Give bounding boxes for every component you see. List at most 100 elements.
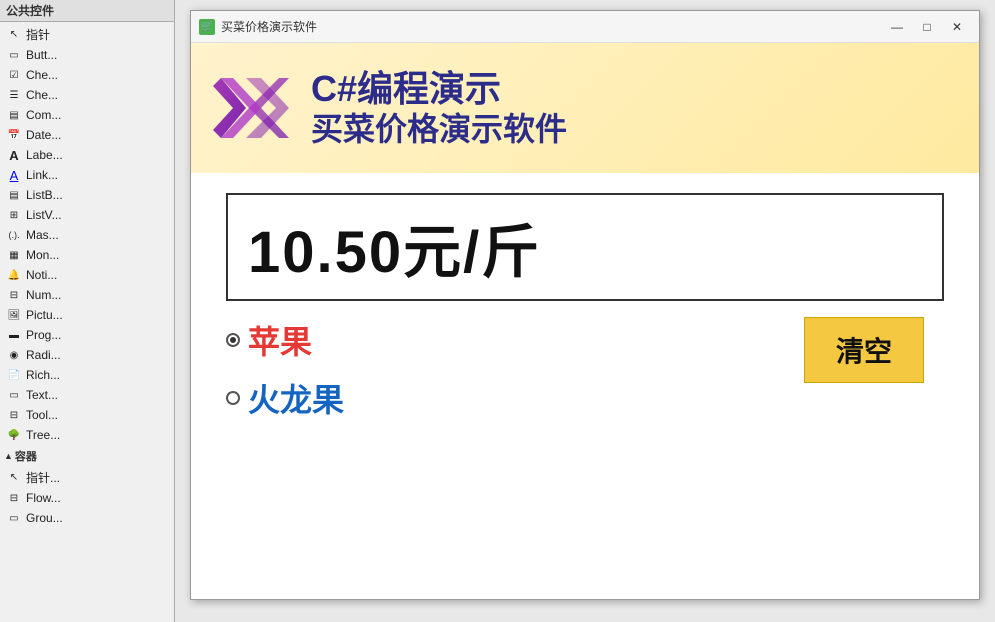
- sidebar: 公共控件 ↖ 指针 ▭ Butt... ☑ Che... ☰ Che... ▤ …: [0, 0, 175, 622]
- sidebar-item-11[interactable]: 🔔 Noti...: [0, 265, 174, 285]
- app-window: 🛒 买菜价格演示软件 — □ ✕: [190, 10, 980, 600]
- content-area: 10.50元/斤 苹果 火龙果 清空: [191, 173, 979, 599]
- sidebar-label-2: Che...: [26, 88, 58, 102]
- sidebar-item-15[interactable]: ◉ Radi...: [0, 345, 174, 365]
- sidebar-item-3[interactable]: ▤ Com...: [0, 105, 174, 125]
- price-display: 10.50元/斤: [248, 205, 541, 289]
- checklist-icon: ☰: [6, 87, 22, 103]
- sidebar-label-0: Butt...: [26, 48, 57, 62]
- listview-icon: ⊞: [6, 207, 22, 223]
- treeview-icon: 🌳: [6, 427, 22, 443]
- sidebar-label-12: Num...: [26, 288, 61, 302]
- sidebar-pointer-label: 指针: [26, 26, 50, 43]
- rich-icon: 📄: [6, 367, 22, 383]
- combo-icon: ▤: [6, 107, 22, 123]
- label-icon: A: [6, 147, 22, 163]
- window-title-left: 🛒 买菜价格演示软件: [199, 18, 317, 35]
- sidebar-item-group[interactable]: ▭ Grou...: [0, 508, 174, 528]
- clear-button[interactable]: 清空: [804, 317, 924, 383]
- notify-icon: 🔔: [6, 267, 22, 283]
- sidebar-item-5[interactable]: A Labe...: [0, 145, 174, 165]
- sidebar-label-4: Date...: [26, 128, 61, 142]
- sidebar-label-10: Mon...: [26, 248, 59, 262]
- sidebar-item-8[interactable]: ⊞ ListV...: [0, 205, 174, 225]
- sidebar-item-0[interactable]: ▭ Butt...: [0, 45, 174, 65]
- sidebar-label-5: Labe...: [26, 148, 63, 162]
- group-icon: ▭: [6, 510, 22, 526]
- flow-icon: ⊟: [6, 490, 22, 506]
- numeric-icon: ⊟: [6, 287, 22, 303]
- sidebar-header-label: 公共控件: [6, 2, 54, 19]
- checkbox-icon: ☑: [6, 67, 22, 83]
- sidebar-item-7[interactable]: ▤ ListB...: [0, 185, 174, 205]
- window-titlebar: 🛒 买菜价格演示软件 — □ ✕: [191, 11, 979, 43]
- sidebar-items: ↖ 指针 ▭ Butt... ☑ Che... ☰ Che... ▤ Com..…: [0, 22, 174, 622]
- radio-dot-apple: [226, 333, 240, 347]
- link-icon: A: [6, 167, 22, 183]
- banner-title1: C#编程演示: [311, 69, 567, 109]
- close-button[interactable]: ✕: [943, 17, 971, 37]
- radio-label-dragonfruit[interactable]: 火龙果: [248, 375, 344, 421]
- sidebar-label-18: Tool...: [26, 408, 58, 422]
- sidebar-item-13[interactable]: 🖼 Pictu...: [0, 305, 174, 325]
- sidebar-item-14[interactable]: ▬ Prog...: [0, 325, 174, 345]
- sidebar-label-13: Pictu...: [26, 308, 63, 322]
- sidebar-item-17[interactable]: ▭ Text...: [0, 385, 174, 405]
- radio-label-apple[interactable]: 苹果: [248, 317, 312, 363]
- sidebar-label-7: ListB...: [26, 188, 63, 202]
- sidebar-item-9[interactable]: (.). Mas...: [0, 225, 174, 245]
- sidebar-item-19[interactable]: 🌳 Tree...: [0, 425, 174, 445]
- sidebar-label-3: Com...: [26, 108, 61, 122]
- price-box: 10.50元/斤: [226, 193, 944, 301]
- sidebar-label-19: Tree...: [26, 428, 60, 442]
- picture-icon: 🖼: [6, 307, 22, 323]
- vs-logo: [211, 68, 291, 148]
- sidebar-item-18[interactable]: ⊟ Tool...: [0, 405, 174, 425]
- sidebar-item-16[interactable]: 📄 Rich...: [0, 365, 174, 385]
- sidebar-item-10[interactable]: ▦ Mon...: [0, 245, 174, 265]
- sidebar-item-pointer[interactable]: ↖ 指针: [0, 24, 174, 45]
- sidebar-flow-label: Flow...: [26, 491, 61, 505]
- radio-dot-dragonfruit: [226, 391, 240, 405]
- sidebar-item-6[interactable]: A Link...: [0, 165, 174, 185]
- sidebar-label-8: ListV...: [26, 208, 62, 222]
- month-icon: ▦: [6, 247, 22, 263]
- sidebar-item-flow[interactable]: ⊟ Flow...: [0, 488, 174, 508]
- window-app-icon: 🛒: [199, 19, 215, 35]
- progress-icon: ▬: [6, 327, 22, 343]
- sidebar-label-11: Noti...: [26, 268, 57, 282]
- sidebar-item-2[interactable]: ☰ Che...: [0, 85, 174, 105]
- sidebar-label-9: Mas...: [26, 228, 59, 242]
- sidebar-label-6: Link...: [26, 168, 58, 182]
- banner-text: C#编程演示 买菜价格演示软件: [311, 69, 567, 148]
- sidebar-item-1[interactable]: ☑ Che...: [0, 65, 174, 85]
- section-label: 容器: [15, 448, 37, 464]
- mask-icon: (.).: [6, 227, 22, 243]
- sidebar-section-container: ▲ 容器: [0, 445, 174, 467]
- date-icon: 📅: [6, 127, 22, 143]
- sidebar-label-16: Rich...: [26, 368, 60, 382]
- pointer-icon: ↖: [6, 27, 22, 43]
- minimize-button[interactable]: —: [883, 17, 911, 37]
- sidebar-group-label: Grou...: [26, 511, 63, 525]
- textbox-icon: ▭: [6, 387, 22, 403]
- toolbar-icon: ⊟: [6, 407, 22, 423]
- radio-clear-row: 苹果 火龙果 清空: [226, 317, 944, 421]
- sidebar-item-12[interactable]: ⊟ Num...: [0, 285, 174, 305]
- banner: C#编程演示 买菜价格演示软件: [191, 43, 979, 173]
- banner-title2: 买菜价格演示软件: [311, 112, 567, 147]
- main-area: 🛒 买菜价格演示软件 — □ ✕: [175, 0, 995, 622]
- sidebar-item-4[interactable]: 📅 Date...: [0, 125, 174, 145]
- window-title: 买菜价格演示软件: [221, 18, 317, 35]
- sidebar-header: 公共控件: [0, 0, 174, 22]
- sidebar-label-17: Text...: [26, 388, 58, 402]
- sidebar-item-ptr[interactable]: ↖ 指针...: [0, 467, 174, 488]
- maximize-button[interactable]: □: [913, 17, 941, 37]
- collapse-icon: ▲: [4, 451, 13, 461]
- sidebar-label-1: Che...: [26, 68, 58, 82]
- sidebar-ptr-label: 指针...: [26, 469, 60, 486]
- sidebar-label-15: Radi...: [26, 348, 61, 362]
- sidebar-label-14: Prog...: [26, 328, 61, 342]
- listbox-icon: ▤: [6, 187, 22, 203]
- window-controls: — □ ✕: [883, 17, 971, 37]
